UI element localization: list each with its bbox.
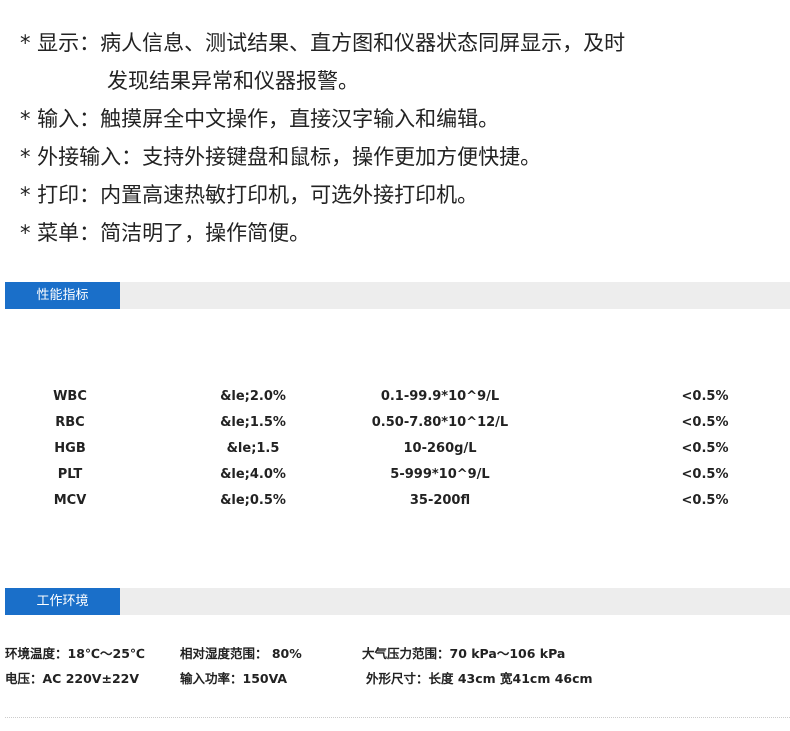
feature-display-line2: 发现结果异常和仪器报警。 bbox=[107, 69, 359, 93]
environment-section-header: 工作环境 bbox=[5, 588, 790, 615]
environment-section-tab: 工作环境 bbox=[5, 588, 120, 615]
feature-input: * 输入：触摸屏全中文操作，直接汉字输入和编辑。 bbox=[20, 107, 500, 131]
env-humidity: 相对湿度范围： 80% bbox=[180, 646, 302, 661]
table-row: WBC &le;2.0% 0.1-99.9*10^9/L <0.5% bbox=[0, 385, 790, 411]
env-voltage: 电压：AC 220V±22V bbox=[5, 671, 140, 686]
table-row: HGB &le;1.5 10-260g/L <0.5% bbox=[0, 437, 790, 463]
feature-list: * 显示：病人信息、测试结果、直方图和仪器状态同屏显示，及时 发现结果异常和仪器… bbox=[20, 24, 625, 252]
spec-name: HGB bbox=[54, 441, 86, 456]
table-row: PLT &le;4.0% 5-999*10^9/L <0.5% bbox=[0, 463, 790, 489]
spec-cv: <0.5% bbox=[681, 415, 729, 430]
env-input-power: 输入功率：150VA bbox=[180, 671, 288, 686]
feature-external-input: * 外接输入：支持外接键盘和鼠标，操作更加方便快捷。 bbox=[20, 145, 542, 169]
performance-section-header: 性能指标 bbox=[5, 282, 790, 309]
table-row: RBC &le;1.5% 0.50-7.80*10^12/L <0.5% bbox=[0, 411, 790, 437]
spec-cv: <0.5% bbox=[681, 441, 729, 456]
spec-precision: &le;0.5% bbox=[220, 493, 286, 508]
table-row: MCV &le;0.5% 35-200fl <0.5% bbox=[0, 489, 790, 515]
spec-precision: &le;1.5 bbox=[226, 441, 280, 456]
spec-range: 0.50-7.80*10^12/L bbox=[371, 415, 509, 430]
spec-table: WBC &le;2.0% 0.1-99.9*10^9/L <0.5% RBC &… bbox=[0, 385, 790, 515]
spec-name: WBC bbox=[53, 389, 87, 404]
divider bbox=[5, 717, 790, 718]
spec-range: 5-999*10^9/L bbox=[390, 467, 490, 482]
feature-display: * 显示：病人信息、测试结果、直方图和仪器状态同屏显示，及时 发现结果异常和仪器… bbox=[20, 24, 625, 100]
spec-precision: &le;4.0% bbox=[220, 467, 286, 482]
performance-section-tab: 性能指标 bbox=[5, 282, 120, 309]
spec-name: RBC bbox=[55, 415, 85, 430]
feature-print: * 打印：内置高速热敏打印机，可选外接打印机。 bbox=[20, 183, 479, 207]
feature-display-line1: * 显示：病人信息、测试结果、直方图和仪器状态同屏显示，及时 bbox=[20, 31, 626, 55]
spec-precision: &le;2.0% bbox=[220, 389, 286, 404]
spec-range: 0.1-99.9*10^9/L bbox=[380, 389, 500, 404]
spec-name: MCV bbox=[53, 493, 87, 508]
spec-range: 10-260g/L bbox=[403, 441, 477, 456]
env-dimensions: 外形尺寸：长度 43cm 宽41cm 46cm bbox=[366, 671, 593, 686]
env-pressure: 大气压力范围：70 kPa～106 kPa bbox=[362, 646, 566, 661]
spec-name: PLT bbox=[57, 467, 83, 482]
env-temperature: 环境温度：18℃～25℃ bbox=[5, 646, 146, 661]
spec-range: 35-200fl bbox=[409, 493, 471, 508]
spec-precision: &le;1.5% bbox=[220, 415, 286, 430]
spec-cv: <0.5% bbox=[681, 493, 729, 508]
spec-cv: <0.5% bbox=[681, 389, 729, 404]
feature-menu: * 菜单：简洁明了，操作简便。 bbox=[20, 221, 311, 245]
spec-cv: <0.5% bbox=[681, 467, 729, 482]
